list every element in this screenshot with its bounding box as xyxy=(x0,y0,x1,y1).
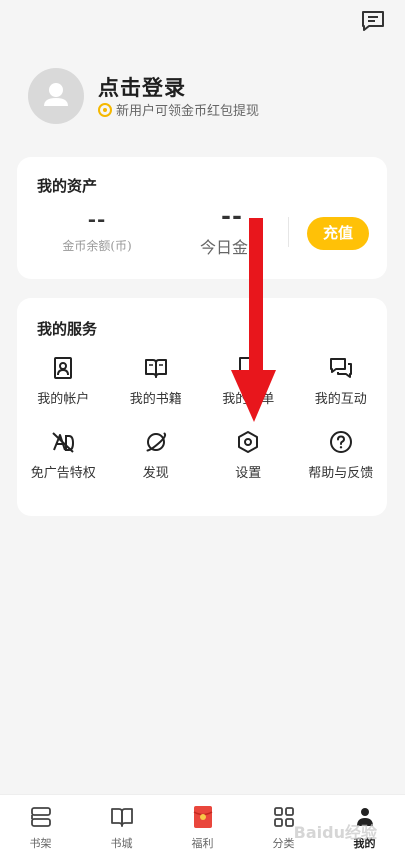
service-label: 免广告特权 xyxy=(30,466,96,481)
account-portrait-icon xyxy=(54,357,73,379)
help-circle-icon xyxy=(329,431,352,453)
bookshelf-icon xyxy=(30,807,51,827)
bottom-tab-bar: 书架 书城 福利 分类 我的 Baidu经验 xyxy=(0,794,405,857)
login-title[interactable]: 点击登录 xyxy=(98,72,186,102)
red-envelope-icon xyxy=(193,806,212,828)
service-settings[interactable]: 设置 xyxy=(202,430,295,482)
service-my-booklist[interactable]: 我的书单 xyxy=(202,356,295,408)
coin-balance-label: 金币余额(币) xyxy=(62,239,132,253)
tab-label: 分类 xyxy=(272,837,295,850)
chat-bubbles-icon xyxy=(329,358,352,378)
planet-icon xyxy=(146,432,166,452)
service-no-ads[interactable]: 免广告特权 xyxy=(17,430,110,482)
watermark: Baidu经验 xyxy=(293,823,377,842)
tab-label: 书城 xyxy=(110,837,133,850)
settings-hexagon-icon xyxy=(238,431,259,453)
tab-label: 书架 xyxy=(29,837,52,850)
assets-title: 我的资产 xyxy=(37,177,98,195)
services-title: 我的服务 xyxy=(37,320,98,338)
book-list-icon xyxy=(239,357,258,379)
top-bar xyxy=(0,0,405,40)
today-coins[interactable]: -- 今日金币 xyxy=(177,201,287,258)
profile-header[interactable]: 点击登录 新用户可领金币红包提现 xyxy=(28,68,388,126)
tab-bookshelf[interactable]: 书架 xyxy=(0,795,81,857)
open-book-icon xyxy=(144,359,167,378)
service-label: 我的帐户 xyxy=(37,392,90,407)
today-coins-value: -- xyxy=(221,201,243,230)
today-coins-label: 今日金币 xyxy=(199,238,264,257)
coin-balance[interactable]: -- 金币余额(币) xyxy=(52,207,142,254)
service-my-interactions[interactable]: 我的互动 xyxy=(295,356,388,408)
login-subtitle: 新用户可领金币红包提现 xyxy=(98,100,259,119)
service-label: 我的书单 xyxy=(222,392,275,407)
avatar[interactable] xyxy=(28,68,84,124)
service-discover[interactable]: 发现 xyxy=(110,430,203,482)
service-help-feedback[interactable]: 帮助与反馈 xyxy=(295,430,388,482)
tab-label: 福利 xyxy=(191,837,214,850)
login-subtitle-text: 新用户可领金币红包提现 xyxy=(116,104,260,119)
message-square-icon[interactable] xyxy=(361,10,385,32)
category-grid-icon xyxy=(273,807,294,827)
user-icon xyxy=(44,83,68,106)
no-ads-icon xyxy=(52,432,75,453)
tab-bookstore[interactable]: 书城 xyxy=(81,795,162,857)
recharge-button[interactable]: 充值 xyxy=(307,217,369,250)
coin-balance-value: -- xyxy=(87,207,107,231)
services-grid: 我的帐户 我的书籍 我的书单 我的互动 免广告特权 发现 设置 帮助与反馈 xyxy=(17,356,387,482)
service-label: 我的互动 xyxy=(314,392,367,407)
service-my-account[interactable]: 我的帐户 xyxy=(17,356,110,408)
service-label: 帮助与反馈 xyxy=(308,466,374,481)
services-card: 我的服务 我的帐户 我的书籍 我的书单 我的互动 免广告特权 发现 设置 帮助与… xyxy=(17,298,387,516)
divider xyxy=(288,217,289,247)
assets-card: 我的资产 -- 金币余额(币) -- 今日金币 充值 xyxy=(17,157,387,279)
service-label: 我的书籍 xyxy=(129,392,182,407)
service-label: 发现 xyxy=(142,466,169,481)
service-my-books[interactable]: 我的书籍 xyxy=(110,356,203,408)
book-store-icon xyxy=(110,808,133,827)
tab-welfare[interactable]: 福利 xyxy=(162,795,243,857)
coin-icon xyxy=(98,102,112,117)
service-label: 设置 xyxy=(235,466,262,481)
